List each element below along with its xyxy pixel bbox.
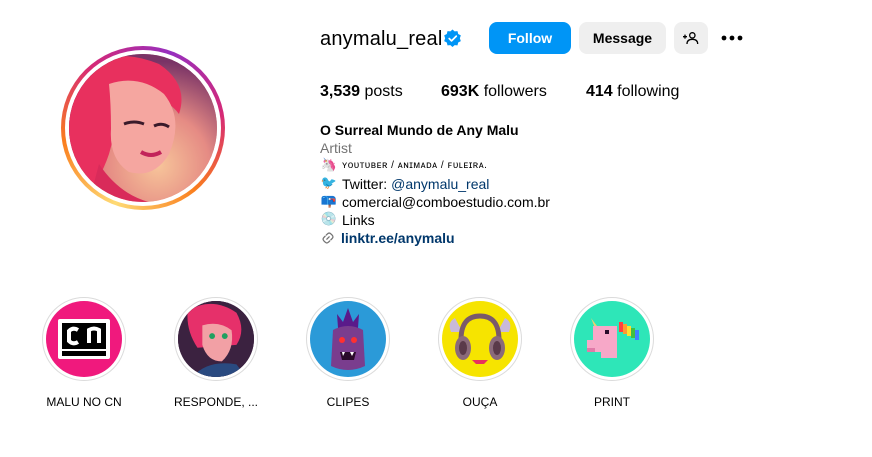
highlight-label: RESPONDE, ... bbox=[173, 395, 259, 409]
highlight-cover bbox=[178, 301, 254, 377]
profile-bio: O Surreal Mundo de Any Malu Artist 🦄 ʏᴏᴜ… bbox=[320, 121, 550, 247]
followers-stat[interactable]: 693K followers bbox=[441, 83, 547, 101]
add-user-icon bbox=[683, 32, 699, 45]
bio-line1-text: ʏᴏᴜᴛᴜʙᴇʀ / ᴀɴɪᴍᴀᴅᴀ / ꜰᴜʟᴇɪʀᴀ. bbox=[342, 160, 488, 171]
highlight-cover bbox=[442, 301, 518, 377]
more-options-icon bbox=[721, 35, 743, 41]
avatar[interactable] bbox=[69, 54, 217, 202]
highlight-malu-no-cn[interactable]: MALU NO CN bbox=[42, 297, 126, 409]
bio-line-youtuber: 🦄 ʏᴏᴜᴛᴜʙᴇʀ / ᴀɴɪᴍᴀᴅᴀ / ꜰᴜʟᴇɪʀᴀ. bbox=[320, 157, 550, 175]
followers-label: followers bbox=[483, 83, 547, 100]
highlight-print[interactable]: PRINT bbox=[570, 297, 654, 409]
bio-link-text: linktr.ee/anymalu bbox=[341, 230, 455, 246]
bird-icon: 🐦 bbox=[320, 176, 338, 191]
highlight-responde[interactable]: RESPONDE, ... bbox=[174, 297, 258, 409]
pixel-unicorn-icon bbox=[587, 318, 639, 358]
following-label: following bbox=[617, 83, 680, 100]
bio-line-email: 📪 comercial@comboestudio.com.br bbox=[320, 193, 550, 211]
avatar-inner bbox=[65, 50, 221, 206]
cartoon-network-logo-icon bbox=[58, 319, 110, 359]
posts-stat: 3,539 posts bbox=[320, 83, 403, 101]
highlight-label: PRINT bbox=[594, 395, 630, 409]
profile-username: anymalu_real bbox=[320, 28, 443, 50]
highlight-label: MALU NO CN bbox=[46, 395, 122, 409]
winged-headphones-icon bbox=[449, 313, 511, 364]
bio-line2-prefix: Twitter: bbox=[342, 176, 388, 192]
follow-button[interactable]: Follow bbox=[489, 22, 571, 54]
highlight-ring bbox=[174, 297, 258, 381]
highlight-ring bbox=[570, 297, 654, 381]
character-illustration-icon bbox=[178, 301, 254, 377]
highlight-cover bbox=[574, 301, 650, 377]
monster-illustration-icon bbox=[331, 308, 365, 370]
followers-count: 693K bbox=[441, 83, 480, 100]
following-count: 414 bbox=[586, 83, 613, 100]
posts-label: posts bbox=[364, 83, 403, 100]
highlight-cover bbox=[46, 301, 122, 377]
highlight-ring bbox=[42, 297, 126, 381]
highlight-ouca[interactable]: OUÇA bbox=[438, 297, 522, 409]
link-icon bbox=[322, 232, 334, 244]
suggest-user-button[interactable] bbox=[674, 22, 708, 54]
twitter-handle-link[interactable]: @anymalu_real bbox=[391, 175, 489, 193]
more-options-button[interactable] bbox=[718, 26, 746, 50]
unicorn-icon: 🦄 bbox=[320, 158, 338, 173]
mailbox-icon: 📪 bbox=[320, 194, 338, 209]
bio-line-twitter: 🐦 Twitter: @anymalu_real bbox=[320, 175, 550, 193]
message-button[interactable]: Message bbox=[579, 22, 666, 54]
verified-badge-icon bbox=[444, 29, 461, 48]
avatar-illustration bbox=[69, 54, 217, 202]
highlight-label: CLIPES bbox=[326, 395, 370, 409]
highlight-label: OUÇA bbox=[462, 395, 498, 409]
highlight-clipes[interactable]: CLIPES bbox=[306, 297, 390, 409]
posts-count: 3,539 bbox=[320, 83, 361, 100]
cd-icon: 💿 bbox=[320, 212, 338, 227]
profile-avatar-ring[interactable] bbox=[61, 46, 225, 210]
highlight-cover bbox=[310, 301, 386, 377]
highlight-ring bbox=[306, 297, 390, 381]
following-stat[interactable]: 414 following bbox=[586, 83, 679, 101]
bio-category: Artist bbox=[320, 140, 352, 156]
highlight-ring bbox=[438, 297, 522, 381]
bio-line4-text: Links bbox=[342, 212, 375, 228]
bio-external-link[interactable]: linktr.ee/anymalu bbox=[320, 229, 550, 247]
bio-full-name: O Surreal Mundo de Any Malu bbox=[320, 122, 519, 138]
bio-line-links: 💿 Links bbox=[320, 211, 550, 229]
bio-line3-text: comercial@comboestudio.com.br bbox=[342, 194, 550, 210]
